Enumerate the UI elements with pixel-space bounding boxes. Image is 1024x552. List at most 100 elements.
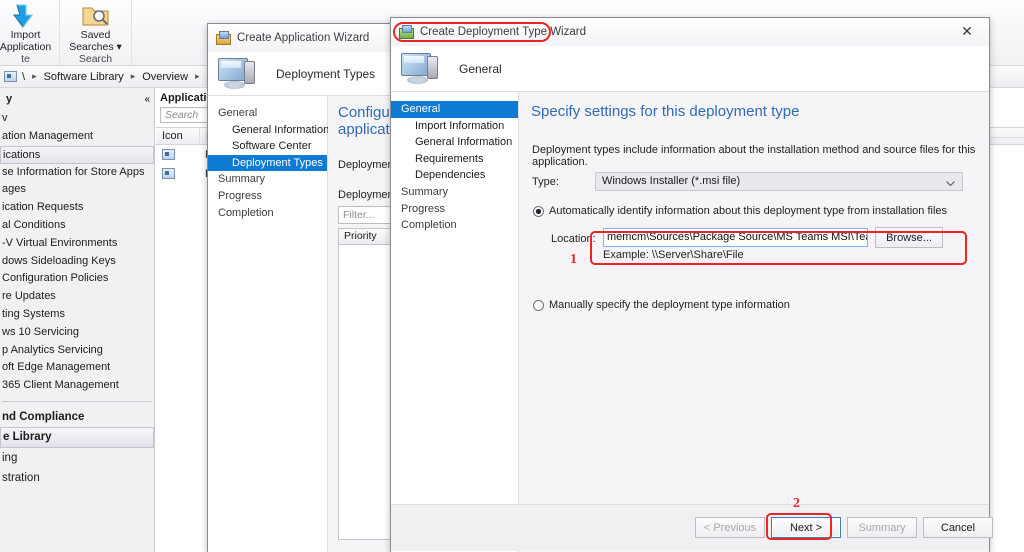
- import-application-label: Import Application: [0, 30, 51, 53]
- import-label-line2: Application: [0, 41, 51, 53]
- deploy-wizard-step-0[interactable]: General: [391, 101, 518, 118]
- breadcrumb-item-root[interactable]: \: [17, 71, 30, 83]
- radio-manually-specify[interactable]: [533, 300, 544, 311]
- create-deployment-type-wizard-title: Create Deployment Type Wizard: [414, 26, 586, 38]
- nav-item-11[interactable]: ting Systems: [0, 306, 154, 324]
- filter-placeholder: Filter...: [343, 209, 375, 221]
- nav-item-2[interactable]: ications: [0, 146, 154, 164]
- nav-item-4[interactable]: ages: [0, 181, 154, 199]
- breadcrumb-item-software-library[interactable]: Software Library: [39, 71, 129, 83]
- computer-icon: [401, 52, 441, 86]
- annotation-marker-2: 2: [793, 496, 800, 512]
- type-label: Type:: [532, 176, 559, 188]
- nav-item-12[interactable]: ws 10 Servicing: [0, 324, 154, 342]
- nav-item-13[interactable]: p Analytics Servicing: [0, 342, 154, 360]
- create-deployment-type-wizard-nav: GeneralImport InformationGeneral Informa…: [391, 92, 519, 552]
- location-label: Location:: [551, 233, 596, 245]
- content-heading: Specify settings for this deployment typ…: [519, 92, 989, 120]
- import-label-line1: Import: [11, 29, 41, 41]
- saved-searches-icon: [81, 2, 111, 29]
- create-deployment-type-wizard-content: Specify settings for this deployment typ…: [519, 92, 989, 552]
- nav-item-0[interactable]: v: [0, 110, 154, 128]
- radio-manually-specify-label[interactable]: Manually specify the deployment type inf…: [549, 299, 790, 311]
- workspace-item-2[interactable]: ing: [0, 448, 154, 468]
- ribbon-group-import[interactable]: Import Application te: [0, 0, 60, 66]
- app-wizard-step-3[interactable]: Deployment Types: [208, 155, 327, 172]
- radio-automatically-identify[interactable]: [533, 206, 544, 217]
- nav-item-6[interactable]: al Conditions: [0, 217, 154, 235]
- app-wizard-step-5[interactable]: Progress: [208, 188, 327, 205]
- application-icon: [162, 168, 175, 179]
- nav-item-3[interactable]: se Information for Store Apps: [0, 164, 154, 182]
- previous-button[interactable]: < Previous: [695, 517, 765, 538]
- computer-icon: [218, 57, 258, 91]
- navigation-pane-header: y «: [0, 88, 154, 110]
- deploy-wizard-step-3[interactable]: Requirements: [391, 151, 518, 168]
- saved-label-line1: Saved: [81, 29, 111, 41]
- location-example-text: Example: \\Server\Share\File: [603, 249, 744, 261]
- nav-item-10[interactable]: re Updates: [0, 288, 154, 306]
- nav-item-9[interactable]: Configuration Policies: [0, 270, 154, 288]
- workspace-item-0[interactable]: nd Compliance: [0, 407, 154, 427]
- radio-automatically-identify-label[interactable]: Automatically identify information about…: [549, 205, 947, 217]
- deployment-type-wizard-icon: [399, 25, 414, 39]
- close-icon[interactable]: ✕: [945, 18, 989, 45]
- deploy-wizard-step-1[interactable]: Import Information: [391, 118, 518, 135]
- nav-item-7[interactable]: -V Virtual Environments: [0, 235, 154, 253]
- create-deployment-type-wizard-footer: < Previous Next > Summary Cancel: [391, 505, 989, 551]
- saved-searches-label: Saved Searches ▾: [69, 30, 122, 53]
- ribbon-category-search: Search: [79, 53, 112, 66]
- deployment-label-2: Deployment: [338, 189, 397, 201]
- breadcrumb-home-icon[interactable]: [0, 71, 17, 82]
- ribbon-category-create: te: [21, 53, 30, 66]
- column-header-icon[interactable]: Icon: [156, 128, 200, 144]
- deploy-wizard-step-2[interactable]: General Information: [391, 134, 518, 151]
- app-wizard-step-1[interactable]: General Information: [208, 122, 327, 139]
- workspace-item-3[interactable]: stration: [0, 468, 154, 488]
- location-input[interactable]: memcm\Sources\Package Source\MS Teams MS…: [603, 228, 868, 247]
- chevron-right-icon: ▸: [193, 71, 202, 82]
- chevron-down-icon: [946, 176, 955, 193]
- annotation-marker-1: 1: [570, 252, 577, 268]
- type-select[interactable]: Windows Installer (*.msi file): [595, 172, 963, 191]
- ribbon-group-search[interactable]: Saved Searches ▾ Search: [60, 0, 132, 66]
- chevron-right-icon: ▸: [129, 71, 138, 82]
- create-application-wizard-title: Create Application Wizard: [231, 32, 369, 44]
- create-deployment-type-wizard-window: Create Deployment Type Wizard ✕ General …: [390, 17, 990, 552]
- app-wizard-step-0[interactable]: General: [208, 105, 327, 122]
- deploy-wizard-step-4[interactable]: Dependencies: [391, 167, 518, 184]
- workspace-item-1[interactable]: e Library: [0, 427, 154, 448]
- column-header-priority[interactable]: Priority: [339, 230, 377, 242]
- browse-button[interactable]: Browse...: [875, 227, 943, 248]
- collapse-icon[interactable]: «: [144, 94, 150, 105]
- app-wizard-step-4[interactable]: Summary: [208, 171, 327, 188]
- navigation-pane-title: y: [6, 93, 12, 105]
- application-icon: [162, 149, 175, 160]
- deploy-wizard-step-5[interactable]: Summary: [391, 184, 518, 201]
- chevron-right-icon: ▸: [30, 71, 39, 82]
- location-input-value: memcm\Sources\Package Source\MS Teams MS…: [607, 231, 868, 243]
- nav-item-15[interactable]: 365 Client Management: [0, 377, 154, 395]
- import-arrow-icon: [12, 2, 40, 29]
- deploy-wizard-step-6[interactable]: Progress: [391, 201, 518, 218]
- nav-item-14[interactable]: oft Edge Management: [0, 359, 154, 377]
- create-deployment-type-wizard-banner-title: General: [441, 62, 502, 76]
- app-wizard-step-2[interactable]: Software Center: [208, 138, 327, 155]
- breadcrumb-item-overview[interactable]: Overview: [137, 71, 193, 83]
- create-deployment-type-wizard-banner: General: [391, 46, 989, 92]
- summary-button[interactable]: Summary: [847, 517, 917, 538]
- nav-item-5[interactable]: ication Requests: [0, 199, 154, 217]
- cancel-button[interactable]: Cancel: [923, 517, 993, 538]
- nav-item-8[interactable]: dows Sideloading Keys: [0, 253, 154, 271]
- application-wizard-icon: [216, 31, 231, 45]
- type-select-value: Windows Installer (*.msi file): [602, 175, 740, 187]
- deploy-wizard-step-7[interactable]: Completion: [391, 217, 518, 234]
- create-application-wizard-nav: GeneralGeneral InformationSoftware Cente…: [208, 96, 328, 552]
- nav-item-1[interactable]: ation Management: [0, 128, 154, 146]
- app-wizard-step-6[interactable]: Completion: [208, 205, 327, 222]
- create-deployment-type-wizard-titlebar[interactable]: Create Deployment Type Wizard ✕: [391, 18, 989, 46]
- saved-label-line2: Searches ▾: [69, 41, 122, 53]
- next-button[interactable]: Next >: [771, 517, 841, 538]
- deployment-label-1: Deployment: [338, 159, 397, 171]
- content-description: Deployment types include information abo…: [532, 144, 989, 168]
